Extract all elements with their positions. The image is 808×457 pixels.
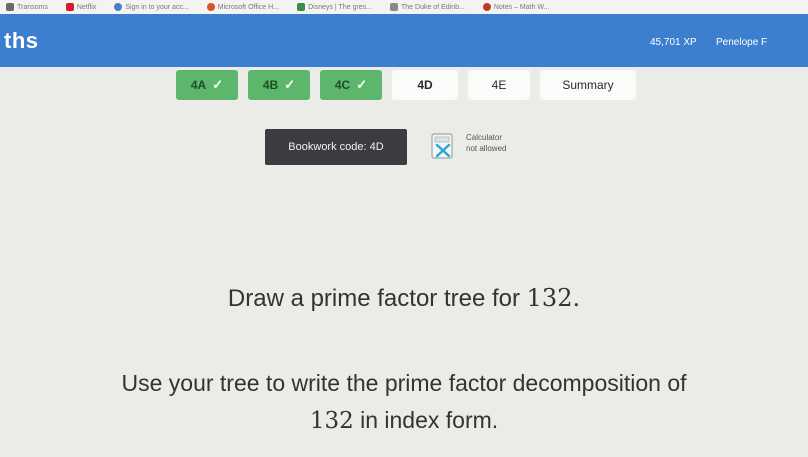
calculator-note: not allowed [466,144,507,153]
tab-label: 4D [417,78,433,92]
question-text: Draw a prime factor tree for [227,285,527,312]
check-icon: ✓ [356,77,368,92]
netflix-icon [65,3,74,11]
question-line-2: Use your tree to write the prime factor … [0,365,808,440]
tab-4c[interactable]: 4C ✓ [320,70,382,100]
bookmark-item[interactable]: Microsoft Office H... [206,3,280,11]
calculator-label: Calculator [466,133,503,142]
bookmark-icon [114,3,123,11]
bookmark-item[interactable]: Sign in to your acc... [114,3,189,11]
tab-4a[interactable]: 4A ✓ [176,70,238,100]
bookmark-label: Disneys | The gres... [308,3,373,11]
question-text: in index form. [353,407,499,433]
header-bar: ths 45,701 XP Penelope F [0,14,808,67]
question-line-3: 132 in index form. [0,402,808,440]
bookmark-label: Netflix [76,3,97,11]
calculator-status: Calculator not allowed [466,132,506,154]
bookmark-icon [297,3,306,11]
tab-4b[interactable]: 4B ✓ [248,70,310,100]
check-icon: ✓ [212,77,224,92]
tab-summary[interactable]: Summary [540,70,636,100]
question-number: 132. [526,284,581,312]
calculator-not-allowed-icon [431,133,453,159]
bookmark-item[interactable]: Disneys | The gres... [297,3,372,11]
bookmark-icon [482,3,491,11]
tab-4d[interactable]: 4D [392,70,458,100]
bookmark-item[interactable]: Netflix [65,3,97,11]
bookmarks-bar: Transoms Netflix Sign in to your acc... … [0,0,808,14]
question-number: 132 [309,408,354,434]
tab-label: 4C [334,78,351,92]
bookmark-item[interactable]: The Duke of Edinb... [390,3,465,11]
bookmark-item[interactable]: Transoms [6,3,48,11]
task-tabs: 4A ✓ 4B ✓ 4C ✓ 4D 4E Summary [176,70,636,100]
question-line-1: Draw a prime factor tree for 132. [0,284,808,313]
bookmark-label: Notes – Math W... [493,3,550,11]
bookmark-label: The Duke of Edinb... [401,3,465,11]
xp-counter: 45,701 XP [650,37,697,48]
tab-label: 4B [262,78,279,92]
brand-logo-text[interactable]: ths [4,28,39,54]
office-icon [206,3,215,11]
tab-label: Summary [562,78,614,92]
tab-label: 4E [491,78,507,92]
question-text: Use your tree to write the prime factor … [121,370,687,396]
bookmark-label: Sign in to your acc... [125,3,189,11]
bookmark-item[interactable]: Notes – Math W... [482,3,550,11]
bookmark-icon [390,3,399,11]
bookmark-icon [6,3,14,11]
user-name[interactable]: Penelope F [716,37,767,48]
bookmark-label: Transoms [17,3,48,11]
bookmark-label: Microsoft Office H... [217,3,280,11]
tab-4e[interactable]: 4E [468,70,530,100]
check-icon: ✓ [284,77,296,92]
bookwork-code-badge: Bookwork code: 4D [265,129,407,165]
tab-label: 4A [190,78,207,92]
